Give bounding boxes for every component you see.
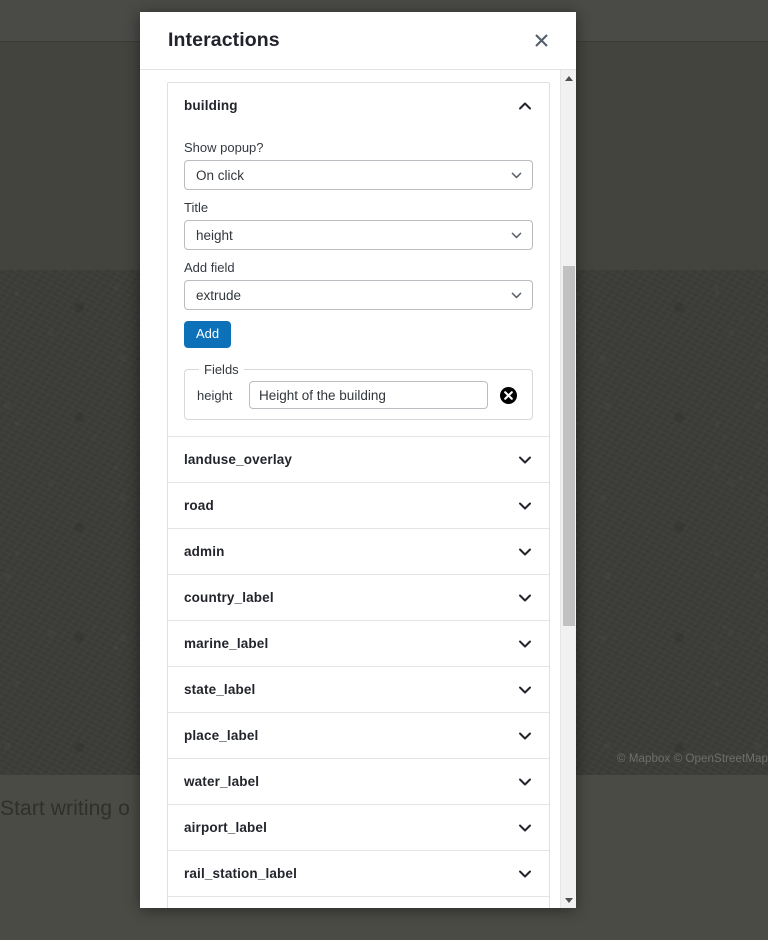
show-popup-select[interactable]: On click bbox=[184, 160, 533, 190]
accordion-header[interactable]: country_label bbox=[168, 575, 549, 621]
add-field-label: Add field bbox=[184, 260, 235, 275]
accordion-header-building[interactable]: building bbox=[168, 83, 549, 128]
layer-accordion-list: building Show popup? On click Title heig… bbox=[167, 82, 550, 908]
accordion-header[interactable]: landuse_overlay bbox=[168, 437, 549, 483]
map-attribution: © Mapbox © OpenStreetMap bbox=[616, 753, 768, 765]
fields-fieldset: Fields height bbox=[184, 362, 533, 421]
field-row: height bbox=[197, 379, 520, 410]
chevron-down-icon[interactable] bbox=[517, 636, 533, 652]
accordion-header[interactable]: road bbox=[168, 483, 549, 529]
editor-placeholder-text: Start writing o bbox=[0, 797, 130, 820]
scroll-up-arrow-icon[interactable] bbox=[561, 70, 576, 86]
delete-circle-icon[interactable] bbox=[498, 385, 518, 405]
accordion-item: road bbox=[168, 483, 549, 530]
scrollbar-thumb[interactable] bbox=[563, 266, 575, 626]
chevron-down-icon bbox=[511, 232, 522, 239]
accordion-item: rail_station_label bbox=[168, 851, 549, 898]
chevron-down-icon[interactable] bbox=[517, 544, 533, 560]
title-select[interactable]: height bbox=[184, 220, 533, 250]
accordion-title: marine_label bbox=[184, 636, 269, 652]
accordion-header[interactable]: marine_label bbox=[168, 621, 549, 667]
accordion-item: state_label bbox=[168, 667, 549, 714]
scroll-down-arrow-icon[interactable] bbox=[561, 892, 576, 908]
accordion-header[interactable]: admin bbox=[168, 529, 549, 575]
field-value-input[interactable] bbox=[249, 381, 488, 410]
accordion-item-building: building Show popup? On click Title heig… bbox=[168, 83, 549, 438]
accordion-title: state_label bbox=[184, 682, 256, 698]
accordion-title: building bbox=[184, 98, 238, 113]
modal-body: building Show popup? On click Title heig… bbox=[140, 70, 576, 908]
chevron-down-icon[interactable] bbox=[517, 866, 533, 882]
accordion-panel-building: Show popup? On click Title height Add fi… bbox=[168, 128, 549, 436]
field-key-label: height bbox=[197, 387, 233, 403]
accordion-header[interactable]: state_label bbox=[168, 667, 549, 713]
fields-legend: Fields bbox=[204, 362, 239, 378]
accordion-title: water_label bbox=[184, 774, 260, 790]
accordion-header[interactable]: water_label bbox=[168, 759, 549, 805]
accordion-header[interactable]: airport_label bbox=[168, 805, 549, 851]
accordion-item: admin bbox=[168, 529, 549, 576]
chevron-down-icon[interactable] bbox=[517, 590, 533, 606]
layer-accordion-scroll-area: building Show popup? On click Title heig… bbox=[140, 70, 560, 908]
chevron-down-icon[interactable] bbox=[517, 498, 533, 514]
accordion-item: landuse_overlay bbox=[168, 437, 549, 484]
accordion-item: airport_label bbox=[168, 805, 549, 852]
chevron-up-icon[interactable] bbox=[517, 98, 533, 114]
modal-scrollbar[interactable] bbox=[560, 70, 576, 908]
page-title: Interactions bbox=[168, 29, 280, 51]
add-field-value: extrude bbox=[196, 287, 242, 303]
title-label: Title bbox=[184, 200, 209, 215]
chevron-down-icon[interactable] bbox=[517, 820, 533, 836]
accordion-title: country_label bbox=[184, 590, 274, 606]
modal-header: Interactions bbox=[140, 12, 576, 70]
chevron-down-icon bbox=[511, 172, 522, 179]
accordion-header[interactable]: mountain_peak_label bbox=[168, 897, 549, 908]
close-icon[interactable] bbox=[526, 26, 556, 56]
accordion-item: country_label bbox=[168, 575, 549, 622]
chevron-down-icon[interactable] bbox=[517, 682, 533, 698]
collapsed-layers-container: landuse_overlayroad admin country_labelmar… bbox=[168, 437, 549, 908]
accordion-item: water_label bbox=[168, 759, 549, 806]
accordion-title: road bbox=[184, 498, 214, 514]
add-field-select[interactable]: extrude bbox=[184, 280, 533, 310]
accordion-header[interactable]: place_label bbox=[168, 713, 549, 759]
chevron-down-icon bbox=[511, 292, 522, 299]
chevron-down-icon[interactable] bbox=[517, 452, 533, 468]
accordion-title: admin bbox=[184, 544, 225, 560]
show-popup-value: On click bbox=[196, 167, 245, 183]
accordion-title: landuse_overlay bbox=[184, 452, 293, 468]
interactions-modal: Interactions building Show popup? On cli… bbox=[140, 12, 576, 908]
add-button[interactable]: Add bbox=[184, 321, 232, 349]
accordion-title: airport_label bbox=[184, 820, 267, 836]
title-value: height bbox=[196, 227, 233, 243]
chevron-down-icon[interactable] bbox=[517, 774, 533, 790]
accordion-item: marine_label bbox=[168, 621, 549, 668]
accordion-title: rail_station_label bbox=[184, 866, 297, 882]
accordion-item: mountain_peak_label bbox=[168, 897, 549, 908]
accordion-header[interactable]: rail_station_label bbox=[168, 851, 549, 897]
accordion-item: place_label bbox=[168, 713, 549, 760]
show-popup-label: Show popup? bbox=[184, 140, 264, 155]
chevron-down-icon[interactable] bbox=[517, 728, 533, 744]
accordion-title: place_label bbox=[184, 728, 259, 744]
